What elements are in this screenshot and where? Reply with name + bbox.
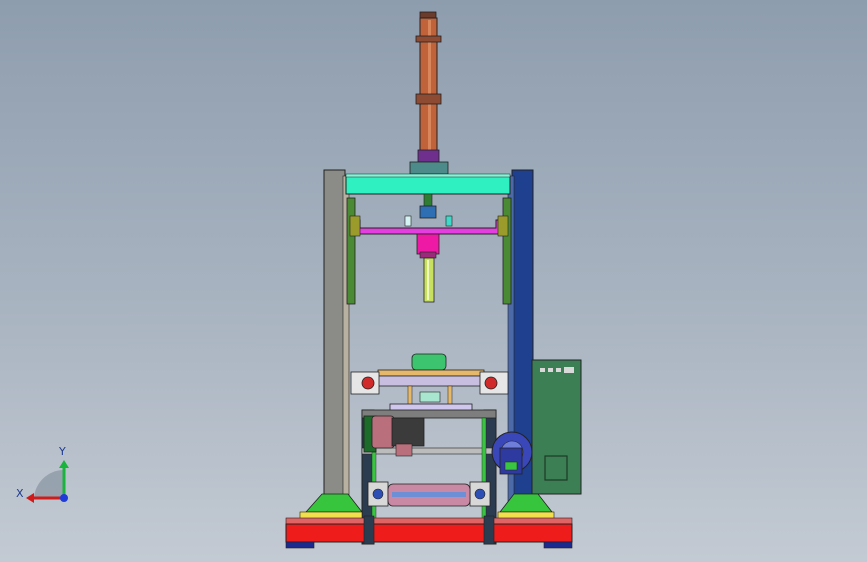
base-foot-left (285, 541, 315, 549)
base-frame (285, 523, 573, 543)
z-axis-dot (60, 494, 68, 502)
green-die (411, 353, 447, 371)
motor-body (371, 415, 395, 449)
x-axis-label: X (16, 487, 24, 500)
orientation-triad: X Y (16, 445, 69, 503)
plate-tab-right (445, 215, 453, 227)
right-guide-rail (502, 197, 512, 305)
motor-terminal-box (395, 443, 413, 457)
cylinder-base-flange (417, 149, 440, 163)
cylinder-mount-plate (409, 161, 449, 175)
control-box[interactable] (531, 359, 582, 495)
control-box-led-3 (556, 368, 561, 372)
die-holder (377, 369, 485, 377)
triad-shadow (34, 469, 64, 498)
motor-fins (391, 417, 425, 447)
base-foot-right (543, 541, 573, 549)
control-box-display (564, 367, 574, 373)
press-head-lower (419, 251, 437, 259)
press-plate-bracket-left (349, 215, 361, 237)
cad-viewport[interactable]: X Y (0, 0, 867, 562)
y-axis-arrowhead (59, 460, 69, 468)
press-plate-assembly[interactable] (349, 193, 509, 303)
press-punch-highlight (427, 260, 429, 300)
roller-drum-band (392, 492, 466, 497)
control-box-led-2 (548, 368, 553, 372)
x-axis-arrowhead (26, 493, 34, 503)
press-head (416, 233, 440, 255)
fixture-bar (375, 375, 487, 387)
right-clamp-wheel (484, 376, 498, 390)
base-top-rail (285, 517, 573, 525)
left-clamp-wheel (361, 376, 375, 390)
press-plate (354, 219, 503, 235)
roller-left-hub (372, 488, 384, 500)
left-column (323, 169, 346, 511)
fixture-center-block (419, 391, 441, 403)
roller-right-hub (474, 488, 486, 500)
base-post-left (363, 515, 375, 545)
cylinder-collar-upper (415, 35, 442, 43)
cylinder-collar-lower (415, 93, 442, 105)
pneumatic-cylinder[interactable] (409, 11, 449, 175)
y-axis-label: Y (58, 445, 66, 458)
plate-tab-left (404, 215, 412, 227)
lower-fixture[interactable] (350, 353, 509, 413)
base-post-right (483, 515, 495, 545)
left-guide-rail (346, 197, 356, 305)
gearbox-output (504, 461, 518, 471)
top-beam-edge (345, 173, 511, 178)
top-beam (345, 175, 511, 195)
lower-crossbar-mid (361, 447, 497, 455)
machine-assembly-model[interactable]: X Y (0, 0, 867, 562)
roller-assembly[interactable] (367, 481, 491, 507)
press-plate-bracket-right (497, 215, 509, 237)
control-box-body (531, 359, 582, 495)
control-box-led-1 (540, 368, 545, 372)
left-foot (305, 493, 363, 513)
rod-coupler (419, 205, 437, 219)
